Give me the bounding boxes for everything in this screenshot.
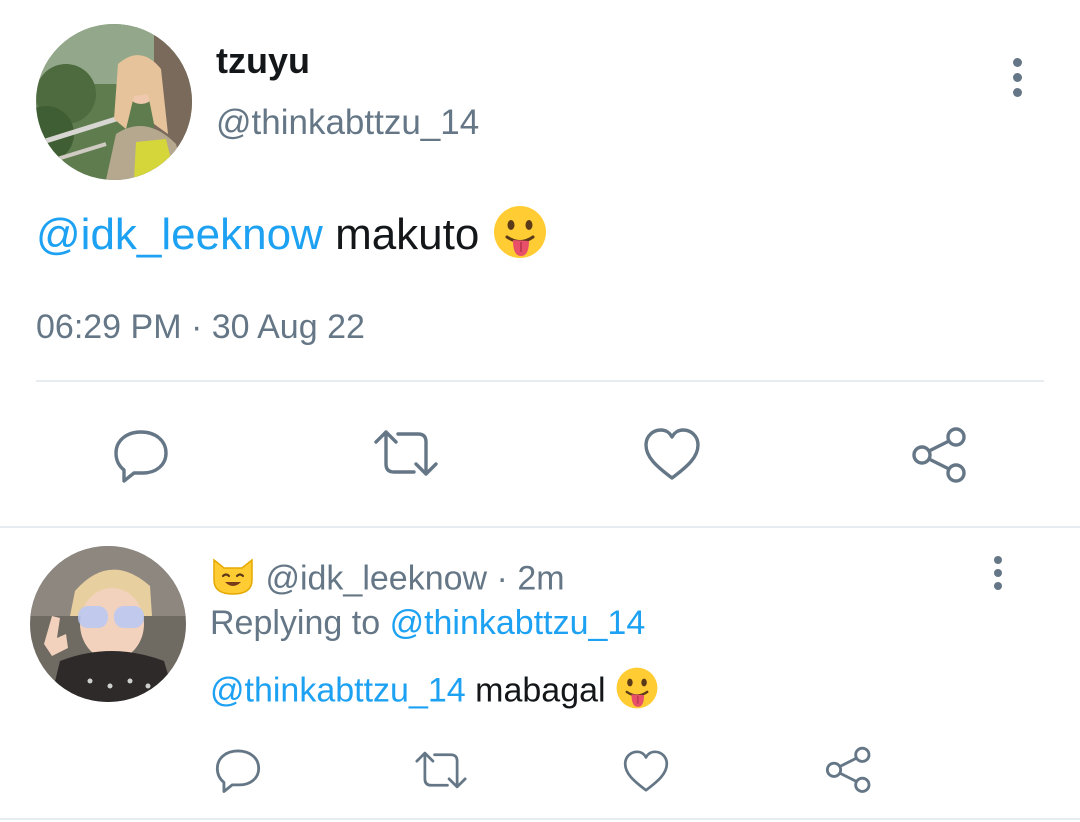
reply-more-options-icon[interactable]: [988, 556, 1008, 596]
author-avatar[interactable]: [36, 24, 192, 180]
replying-to-line: Replying to @thinkabttzu_14: [210, 604, 645, 643]
tweet-mention-link[interactable]: @idk_leeknow: [36, 210, 323, 259]
bottom-divider: [0, 818, 1080, 820]
replying-to-label: Replying to: [210, 604, 381, 642]
divider: [36, 380, 1044, 382]
reply-like-icon[interactable]: [622, 748, 670, 794]
more-options-icon[interactable]: [1006, 58, 1028, 102]
reply-handle[interactable]: @idk_leeknow: [265, 559, 487, 597]
tongue-out-emoji: [615, 666, 659, 719]
tweet-timestamp[interactable]: 06:29 PM · 30 Aug 22: [36, 308, 365, 347]
reply-share-icon[interactable]: [824, 744, 874, 794]
reply-reply-icon[interactable]: [214, 746, 262, 794]
tweet-text: @idk_leeknow makuto: [36, 204, 548, 271]
reply-time-separator: ·: [496, 559, 508, 598]
cat-face-emoji: [210, 556, 256, 605]
tweet-body-text: makuto: [335, 210, 480, 260]
like-icon[interactable]: [642, 426, 702, 482]
reply-body-text: mabagal: [475, 671, 606, 710]
author-display-name[interactable]: tzuyu: [216, 40, 310, 82]
reply-header: @idk_leeknow · 2m: [210, 556, 565, 605]
reply-mention-link[interactable]: @thinkabttzu_14: [210, 671, 466, 709]
tweet-separator: [0, 526, 1080, 528]
replying-to-link[interactable]: @thinkabttzu_14: [390, 604, 646, 642]
reply-time[interactable]: 2m: [517, 559, 564, 597]
reply-text: @thinkabttzu_14 mabagal: [210, 666, 659, 719]
author-handle[interactable]: @thinkabttzu_14: [216, 103, 479, 143]
tongue-out-emoji: [492, 204, 548, 271]
reply-retweet-icon[interactable]: [412, 748, 470, 792]
reply-author-avatar[interactable]: [30, 546, 186, 702]
reply-icon[interactable]: [112, 426, 170, 484]
retweet-icon[interactable]: [370, 426, 442, 480]
share-icon[interactable]: [910, 424, 970, 484]
